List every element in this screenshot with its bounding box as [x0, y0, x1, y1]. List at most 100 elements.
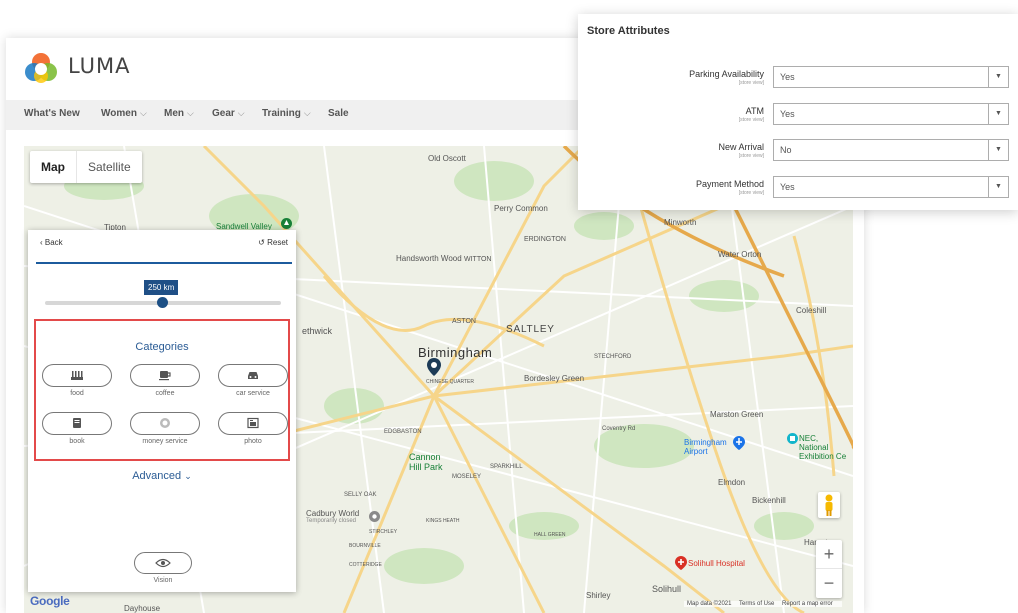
map-label: COTTERIDGE	[349, 562, 382, 568]
payment-method-select[interactable]: Yes ▼	[773, 176, 1009, 198]
nav-item-women[interactable]: Women ⌵	[101, 108, 147, 119]
food-icon	[71, 371, 83, 381]
category-money-service-label: money service	[142, 438, 188, 445]
vision-button[interactable]	[134, 552, 192, 574]
chevron-down-icon: ⌵	[303, 108, 311, 118]
select-value: Yes	[780, 109, 795, 119]
map-label: Minworth	[664, 218, 697, 227]
nav-item-men[interactable]: Men ⌵	[164, 108, 194, 119]
venue-pin-icon[interactable]	[787, 433, 798, 444]
money-icon	[160, 418, 170, 429]
report-error-link[interactable]: Report a map error	[782, 601, 833, 607]
store-search-panel: ‹ Back ↺ Reset 250 km Categories food co…	[28, 230, 296, 592]
dropdown-arrow-icon: ▼	[988, 140, 1008, 160]
dropdown-arrow-icon: ▼	[988, 104, 1008, 124]
category-car-service-button[interactable]	[218, 364, 288, 387]
car-icon	[248, 372, 258, 380]
category-money-service-button[interactable]	[130, 412, 200, 435]
map-label: Bickenhill	[752, 496, 786, 505]
zoom-control: + −	[816, 540, 842, 598]
new-arrival-select[interactable]: No ▼	[773, 139, 1009, 161]
attribute-scope: [store view]	[738, 80, 764, 86]
category-food[interactable]: food	[42, 364, 112, 397]
select-value: Yes	[780, 72, 795, 82]
attribute-row-payment-method: Payment Method [store view] Yes ▼	[578, 176, 1018, 200]
attribute-label: New Arrival	[718, 142, 764, 152]
book-icon	[73, 418, 81, 429]
chevron-down-icon: ⌵	[187, 108, 194, 118]
map-label: BOURNVILLE	[349, 543, 381, 549]
map-label: Old Oscott	[428, 154, 466, 163]
map-label: Handsworth Wood	[396, 254, 462, 263]
google-logo[interactable]: Google	[30, 594, 70, 608]
atm-select[interactable]: Yes ▼	[773, 103, 1009, 125]
hospital-pin-icon[interactable]	[675, 556, 687, 570]
store-attributes-title: Store Attributes	[587, 25, 670, 37]
attribute-row-parking-availability: Parking Availability [store view] Yes ▼	[578, 66, 1018, 90]
dropdown-arrow-icon: ▼	[988, 67, 1008, 87]
zoom-out-button[interactable]: −	[816, 569, 842, 598]
map-label: Dayhouse	[124, 604, 161, 613]
coffee-icon	[159, 371, 171, 381]
nav-item-gear[interactable]: Gear ⌵	[212, 108, 245, 119]
vision-label: Vision	[153, 577, 173, 584]
map-label: Solihull Hospital	[688, 559, 745, 568]
map-label: ERDINGTON	[524, 236, 566, 243]
category-money-service[interactable]: money service	[130, 412, 200, 445]
parking-availability-select[interactable]: Yes ▼	[773, 66, 1009, 88]
categories-title: Categories	[135, 341, 189, 353]
map-label: SALTLEY	[506, 324, 555, 335]
map-label: SELLY OAK	[344, 492, 377, 498]
attribute-label: Payment Method	[695, 179, 764, 189]
category-book-button[interactable]	[42, 412, 112, 435]
map-type-control: Map Satellite	[30, 151, 142, 183]
map-label: Bordesley Green	[524, 374, 585, 383]
advanced-toggle[interactable]: Advanced ⌄	[28, 470, 296, 482]
map-label: Temporarily closed	[306, 518, 357, 524]
nav-item-training[interactable]: Training ⌵	[262, 108, 311, 119]
category-coffee[interactable]: coffee	[130, 364, 200, 397]
map-label: Water Orton	[718, 250, 762, 259]
chevron-down-icon: ⌄	[184, 471, 192, 481]
category-photo[interactable]: photo	[218, 412, 288, 445]
category-car-service-label: car service	[236, 390, 270, 397]
luma-logo-icon[interactable]	[24, 52, 58, 86]
category-book[interactable]: book	[42, 412, 112, 445]
map-label: Elmdon	[718, 478, 746, 487]
reset-button[interactable]: ↺ Reset	[258, 238, 288, 247]
map-label: SPARKHILL	[490, 464, 523, 470]
nav-item-whats-new[interactable]: What's New	[24, 108, 80, 119]
map-label: HALL GREEN	[534, 532, 566, 538]
attribute-row-new-arrival: New Arrival [store view] No ▼	[578, 139, 1018, 163]
map-label: Coventry Rd	[602, 426, 636, 432]
satellite-view-button[interactable]: Satellite	[76, 151, 142, 183]
map-label: NEC, National Exhibition Ce	[799, 434, 847, 461]
category-car-service[interactable]: car service	[218, 364, 288, 397]
map-label: Cadbury World	[306, 509, 360, 518]
radius-value-badge: 250 km	[144, 280, 179, 295]
map-view-button[interactable]: Map	[30, 151, 76, 183]
store-pin-icon[interactable]	[427, 358, 441, 376]
park-pin-icon[interactable]	[281, 218, 292, 229]
luma-wordmark[interactable]: LUMA	[68, 54, 131, 78]
dropdown-arrow-icon: ▼	[988, 177, 1008, 197]
zoom-in-button[interactable]: +	[816, 540, 842, 569]
attraction-pin-icon[interactable]	[369, 511, 380, 522]
attribute-scope: [store view]	[738, 153, 764, 159]
category-photo-button[interactable]	[218, 412, 288, 435]
category-food-button[interactable]	[42, 364, 112, 387]
airport-pin-icon[interactable]	[733, 436, 745, 450]
map-label: Birmingham Airport	[684, 438, 727, 456]
radius-slider-handle[interactable]	[157, 297, 168, 308]
street-view-pegman-icon[interactable]	[818, 492, 840, 518]
category-coffee-button[interactable]	[130, 364, 200, 387]
nav-item-sale[interactable]: Sale	[328, 108, 349, 119]
select-value: Yes	[780, 182, 795, 192]
back-button[interactable]: ‹ Back	[40, 238, 63, 247]
map-label: KINGS HEATH	[426, 518, 460, 524]
map-label: Perry Common	[494, 204, 548, 213]
categories-section: Categories food coffee car service book …	[34, 319, 290, 461]
map-label: STIRCHLEY	[369, 529, 398, 535]
panel-divider	[36, 262, 292, 264]
terms-link[interactable]: Terms of Use	[739, 601, 774, 607]
